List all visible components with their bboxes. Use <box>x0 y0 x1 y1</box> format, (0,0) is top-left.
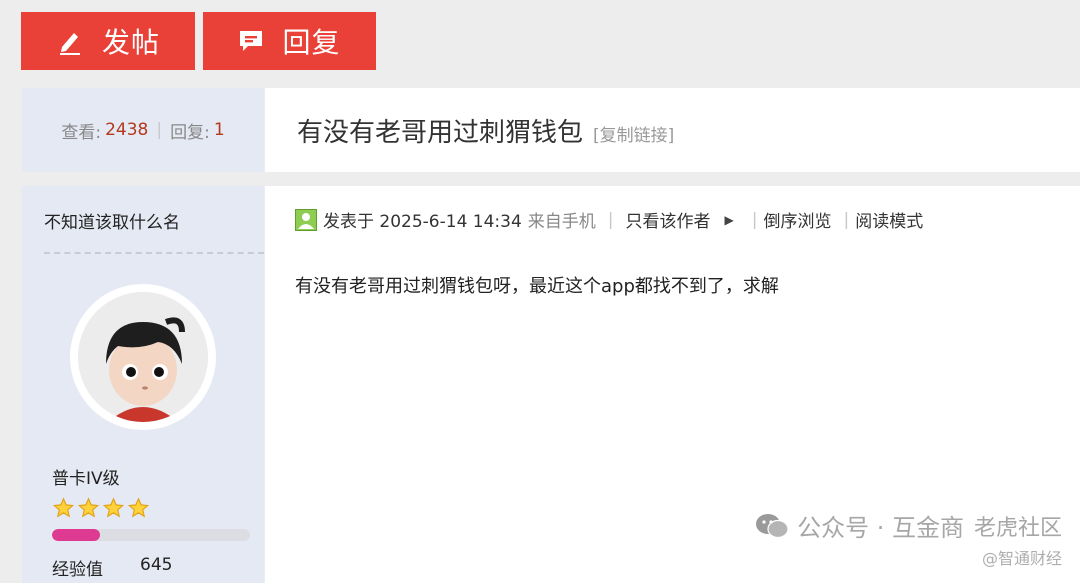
avatar-image <box>78 292 208 422</box>
author-name[interactable]: 不知道该取什么名 <box>44 208 180 233</box>
thread-title: 有没有老哥用过刺猬钱包 <box>297 117 584 148</box>
reply-button[interactable]: 回复 <box>203 12 376 70</box>
reverse-order-link[interactable]: 倒序浏览 <box>763 207 831 232</box>
thread-stats: 查看: 2438 | 回复: 1 <box>22 88 264 172</box>
reply-button-label: 回复 <box>282 26 341 59</box>
copy-link-button[interactable]: [复制链接] <box>593 121 674 146</box>
replies-count: 1 <box>213 120 225 140</box>
post-date: 发表于 2025-6-14 14:34 <box>323 212 522 232</box>
wechat-icon <box>755 512 789 540</box>
thread-header: 有没有老哥用过刺猬钱包 [复制链接] <box>265 88 1080 172</box>
watermark-account: 公众号 · 互金商 <box>797 514 964 542</box>
replies-label: 回复: <box>170 122 210 143</box>
post-content: 发表于 2025-6-14 14:34 来自手机 | 只看该作者 ▶ | 倒序浏… <box>265 186 1080 583</box>
meta-separator: | <box>607 209 614 230</box>
author-sidebar: 不知道该取什么名 普卡IV级 经验值 645 <box>22 186 264 583</box>
star-icon <box>102 497 125 518</box>
exp-label: 经验值 <box>52 560 103 580</box>
post-button[interactable]: 发帖 <box>21 12 195 70</box>
post-body: 有没有老哥用过刺猬钱包呀，最近这个app都找不到了，求解 <box>295 276 779 297</box>
divider <box>44 252 264 254</box>
only-author-link[interactable]: 只看该作者 <box>626 207 711 232</box>
exp-value: 645 <box>140 555 173 575</box>
caret-right-icon: ▶ <box>724 212 734 227</box>
read-mode-link[interactable]: 阅读模式 <box>855 207 923 232</box>
stats-separator: | <box>156 120 163 140</box>
exp-progress-bar <box>52 529 250 541</box>
post-source: 来自手机 <box>527 212 596 232</box>
pencil-icon <box>56 27 84 55</box>
views-count: 2438 <box>105 120 149 140</box>
views-label: 查看: <box>61 122 102 143</box>
watermark: 公众号 · 互金商 老虎社区 @智通财经 <box>755 508 1062 569</box>
meta-separator: | <box>751 209 758 230</box>
avatar[interactable] <box>70 284 216 430</box>
exp-progress-fill <box>52 529 100 541</box>
post-button-label: 发帖 <box>101 26 160 59</box>
star-icon <box>127 497 150 518</box>
star-icon <box>52 497 75 518</box>
watermark-community: 老虎社区 <box>973 515 1062 541</box>
star-icon <box>77 497 100 518</box>
user-level: 普卡IV级 <box>52 469 120 489</box>
level-stars <box>52 497 150 519</box>
watermark-source: @智通财经 <box>981 549 1062 568</box>
post-meta: 发表于 2025-6-14 14:34 来自手机 | 只看该作者 ▶ | 倒序浏… <box>295 207 923 232</box>
comment-icon <box>238 28 264 54</box>
meta-separator: | <box>843 209 850 230</box>
user-online-icon <box>295 208 317 231</box>
